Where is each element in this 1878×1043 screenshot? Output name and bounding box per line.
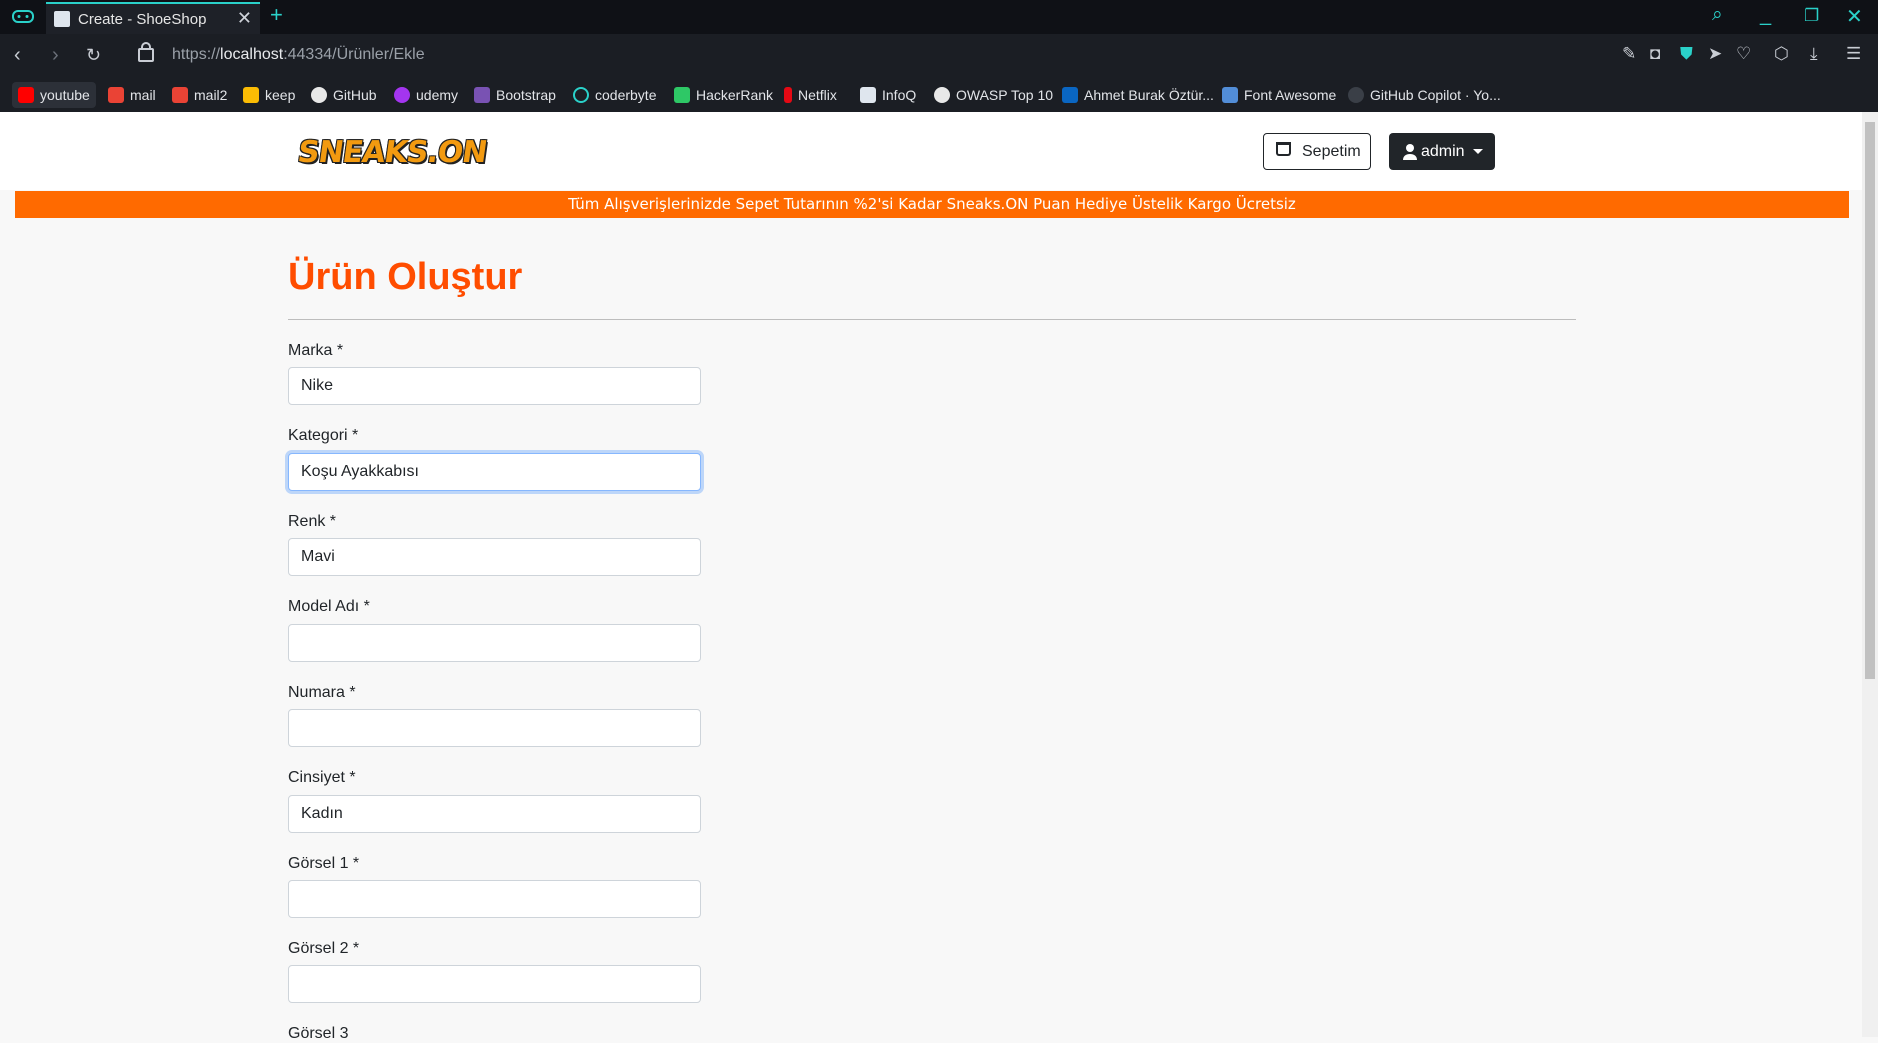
cart-label: Sepetim — [1302, 143, 1361, 160]
bootstrap-icon — [474, 86, 490, 103]
bookmark-bootstrap[interactable]: Bootstrap — [474, 82, 556, 108]
back-icon[interactable]: ‹ — [14, 44, 21, 67]
gender-input[interactable] — [288, 795, 701, 833]
send-icon[interactable]: ➤ — [1708, 44, 1722, 64]
cube-icon[interactable]: ⬡ — [1774, 44, 1789, 64]
restore-icon[interactable]: ❐ — [1804, 6, 1819, 26]
model-name-label: Model Adı * — [288, 598, 370, 615]
bookmark-udemy[interactable]: udemy — [394, 82, 458, 108]
brand-label: Marka * — [288, 342, 344, 359]
infoq-icon — [860, 86, 876, 103]
search-icon[interactable]: ⌕ — [1712, 4, 1723, 26]
edit-icon[interactable]: ✎ — [1622, 44, 1636, 64]
site-header: SNEAKS.ON Sepetim admin — [0, 112, 1862, 190]
github-icon — [311, 86, 327, 103]
shield-icon[interactable]: ⛊ — [1680, 44, 1693, 64]
camera-icon[interactable]: ◘ — [1650, 44, 1660, 64]
user-label: admin — [1421, 143, 1465, 160]
page-scrollbar[interactable] — [1862, 112, 1878, 1037]
bookmark-owasp[interactable]: OWASP Top 10 — [934, 82, 1053, 108]
bookmark-keep[interactable]: keep — [243, 82, 295, 108]
bookmark-mail[interactable]: mail — [108, 82, 156, 108]
site-logo[interactable]: SNEAKS.ON — [296, 135, 489, 170]
url-host: localhost — [220, 46, 284, 63]
image2-label: Görsel 2 * — [288, 940, 360, 957]
bookmarks-bar: youtube mail mail2 keep GitHub udemy Boo… — [0, 78, 1878, 112]
new-tab-button[interactable]: + — [270, 2, 283, 28]
menu-icon[interactable]: ☰ — [1846, 44, 1861, 64]
size-label: Numara * — [288, 684, 356, 701]
address-bar: ‹ › ↻ https://localhost:44334/Ürünler/Ek… — [0, 34, 1878, 78]
coderbyte-icon — [573, 86, 589, 103]
browser-tab-bar: Create - ShoeShop ✕ + ⌕ _ ❐ ✕ — [0, 0, 1878, 34]
url-prefix: https:// — [172, 46, 221, 63]
image2-input[interactable] — [288, 965, 701, 1003]
gamepad-icon[interactable] — [12, 7, 34, 25]
forward-icon[interactable]: › — [52, 44, 59, 67]
reload-icon[interactable]: ↻ — [86, 45, 101, 66]
gmail-icon — [172, 86, 188, 103]
lock-icon — [138, 42, 154, 62]
category-input[interactable] — [288, 453, 701, 491]
page-title: Ürün Oluştur — [288, 256, 523, 298]
browser-tab[interactable]: Create - ShoeShop ✕ — [46, 2, 260, 34]
page-favicon-icon — [54, 11, 70, 27]
dropdown-caret-icon — [1473, 149, 1483, 154]
linkedin-icon — [1062, 86, 1078, 103]
youtube-icon — [18, 86, 34, 103]
image1-label: Görsel 1 * — [288, 855, 360, 872]
category-label: Kategori * — [288, 427, 359, 444]
gender-label: Cinsiyet * — [288, 769, 356, 786]
bookmark-font-awesome[interactable]: Font Awesome — [1222, 82, 1336, 108]
size-input[interactable] — [288, 709, 701, 747]
scrollbar-thumb[interactable] — [1865, 122, 1875, 679]
bookmark-youtube[interactable]: youtube — [12, 82, 96, 108]
owasp-icon — [934, 86, 950, 103]
gmail-icon — [108, 86, 124, 103]
github-icon — [1348, 86, 1364, 103]
hackerrank-icon — [674, 86, 690, 103]
promo-banner: Tüm Alışverişlerinizde Sepet Tutarının %… — [15, 191, 1849, 218]
bookmark-mail2[interactable]: mail2 — [172, 82, 227, 108]
download-icon[interactable]: ⤓ — [1810, 44, 1818, 64]
minimize-icon[interactable]: _ — [1760, 4, 1771, 27]
netflix-icon — [784, 86, 792, 103]
bookmark-coderbyte[interactable]: coderbyte — [573, 82, 656, 108]
image1-input[interactable] — [288, 880, 701, 918]
url-field[interactable]: https://localhost:44334/Ürünler/Ekle — [172, 46, 425, 64]
color-input[interactable] — [288, 538, 701, 576]
bookmark-netflix[interactable]: Netflix — [784, 82, 837, 108]
brand-input[interactable] — [288, 367, 701, 405]
close-window-icon[interactable]: ✕ — [1846, 4, 1863, 29]
bookmark-linkedin[interactable]: Ahmet Burak Öztür... — [1062, 82, 1214, 108]
image3-label: Görsel 3 — [288, 1025, 349, 1042]
bookmark-infoq[interactable]: InfoQ — [860, 82, 916, 108]
udemy-icon — [394, 86, 410, 103]
color-label: Renk * — [288, 513, 337, 530]
tab-title: Create - ShoeShop — [78, 11, 207, 28]
basket-icon — [1276, 142, 1291, 156]
url-path: :44334/Ürünler/Ekle — [283, 46, 425, 63]
bookmark-hackerrank[interactable]: HackerRank — [674, 82, 773, 108]
user-icon — [1403, 144, 1417, 160]
web-page: SNEAKS.ON Sepetim admin Tüm Alışverişler… — [0, 112, 1862, 1042]
keep-icon — [243, 86, 259, 103]
flag-icon — [1222, 86, 1238, 103]
close-tab-icon[interactable]: ✕ — [237, 8, 252, 29]
title-divider — [288, 319, 1576, 320]
model-name-input[interactable] — [288, 624, 701, 662]
heart-icon[interactable]: ♡ — [1736, 44, 1751, 64]
bookmark-github[interactable]: GitHub — [311, 82, 377, 108]
cart-button[interactable]: Sepetim — [1263, 133, 1371, 170]
user-menu-button[interactable]: admin — [1389, 133, 1495, 170]
bookmark-github-copilot[interactable]: GitHub Copilot · Yo... — [1348, 82, 1501, 108]
